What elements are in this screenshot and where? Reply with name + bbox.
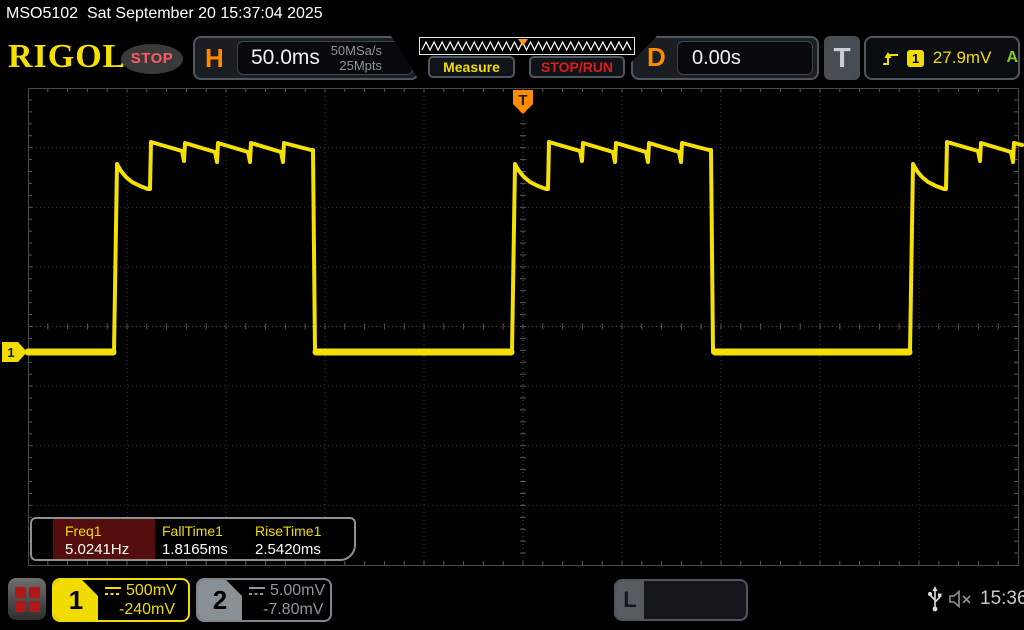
rising-edge-icon bbox=[882, 51, 898, 66]
all-channels-menu-button[interactable] bbox=[8, 578, 46, 620]
channel2-scale: 5.00mV bbox=[270, 581, 325, 600]
channel1-settings: 500mV -240mV bbox=[98, 580, 177, 620]
sample-rate-value: 50MSa/s bbox=[331, 43, 382, 58]
trigger-position-marker[interactable]: T bbox=[513, 90, 533, 114]
logic-channel-numbers: 0 1 2 3 4 5 6 7 8 9 1011 12131415 bbox=[644, 581, 746, 619]
trigger-tab-label: T bbox=[824, 36, 860, 80]
svg-text:1: 1 bbox=[7, 345, 14, 360]
channel2-offset: -7.80mV bbox=[249, 600, 325, 619]
horizontal-label: H bbox=[205, 43, 224, 74]
oscilloscope-screen: MSO5102 Sat September 20 15:37:04 2025 T… bbox=[0, 0, 1024, 630]
menu-grid-icon bbox=[29, 601, 40, 612]
ch1-ground-marker[interactable]: 1 bbox=[2, 342, 27, 362]
memory-depth-value: 25Mpts bbox=[331, 58, 382, 73]
timebase-value: 50.0ms bbox=[251, 46, 320, 70]
trigger-panel[interactable]: T 1 27.9mV A bbox=[824, 36, 1020, 80]
trigger-level: 27.9mV bbox=[933, 48, 992, 68]
timebase-box: 50.0ms 50MSa/s 25Mpts bbox=[237, 41, 413, 75]
measurement-value: 2.5420ms bbox=[255, 541, 321, 558]
measurement-label[interactable]: Freq1 bbox=[65, 523, 102, 539]
svg-text:T: T bbox=[518, 92, 527, 109]
delay-panel[interactable]: D 0.00s bbox=[631, 36, 819, 80]
status-bar: MSO5102 Sat September 20 15:37:04 2025 bbox=[6, 5, 323, 23]
trigger-info: 1 27.9mV A bbox=[864, 36, 1020, 80]
trigger-source-badge: 1 bbox=[907, 50, 923, 67]
memory-overview-bar[interactable] bbox=[420, 38, 635, 55]
measure-button[interactable]: Measure bbox=[428, 56, 515, 78]
rigol-logo: RIGOL bbox=[8, 38, 126, 76]
usb-icon bbox=[928, 586, 942, 612]
measurement-value: 5.0241Hz bbox=[65, 541, 129, 558]
channel1-scale: 500mV bbox=[126, 581, 177, 600]
delay-label: D bbox=[647, 42, 666, 73]
speaker-muted-icon[interactable] bbox=[948, 590, 974, 608]
logic-channels-block[interactable]: L 0 1 2 3 4 5 6 7 8 9 1011 12131415 bbox=[614, 579, 748, 621]
dc-coupling-icon bbox=[105, 586, 121, 596]
dc-coupling-icon bbox=[249, 586, 265, 596]
measurement-label[interactable]: RiseTime1 bbox=[255, 523, 321, 539]
date-time: Sat September 20 15:37:04 2025 bbox=[87, 5, 323, 22]
horizontal-panel[interactable]: H 50.0ms 50MSa/s 25Mpts bbox=[193, 36, 419, 80]
graticule bbox=[28, 88, 1019, 566]
menu-grid-icon bbox=[15, 587, 26, 598]
model-name: MSO5102 bbox=[6, 5, 78, 22]
status-spacer bbox=[78, 5, 87, 22]
channel2-settings: 5.00mV -7.80mV bbox=[242, 580, 325, 620]
measurement-panel: Freq1 5.0241Hz FallTime1 1.8165ms RiseTi… bbox=[30, 517, 356, 561]
menu-grid-icon bbox=[15, 601, 26, 612]
stop-run-button[interactable]: STOP/RUN bbox=[529, 56, 625, 78]
menu-grid-icon bbox=[29, 587, 40, 598]
channel1-tab[interactable]: 1 bbox=[54, 580, 98, 620]
clock: 15:36 bbox=[980, 588, 1024, 610]
measurement-label[interactable]: FallTime1 bbox=[162, 523, 223, 539]
delay-box: 0.00s bbox=[677, 41, 813, 75]
run-state-badge[interactable]: STOP bbox=[121, 44, 183, 74]
ch1-waveform-trace bbox=[28, 142, 1022, 352]
logic-row1: 0 1 2 3 4 5 6 7 bbox=[652, 618, 746, 621]
trigger-mode: A bbox=[1006, 49, 1018, 67]
channel2-tab[interactable]: 2 bbox=[198, 580, 242, 620]
measurement-value: 1.8165ms bbox=[162, 541, 228, 558]
channel1-offset: -240mV bbox=[105, 600, 177, 619]
channel1-status-block[interactable]: 1 500mV -240mV bbox=[52, 578, 190, 622]
sample-rate: 50MSa/s 25Mpts bbox=[331, 43, 382, 73]
logic-tab: L bbox=[616, 581, 644, 619]
channel2-status-block[interactable]: 2 5.00mV -7.80mV bbox=[196, 578, 332, 622]
delay-value: 0.00s bbox=[692, 47, 741, 70]
